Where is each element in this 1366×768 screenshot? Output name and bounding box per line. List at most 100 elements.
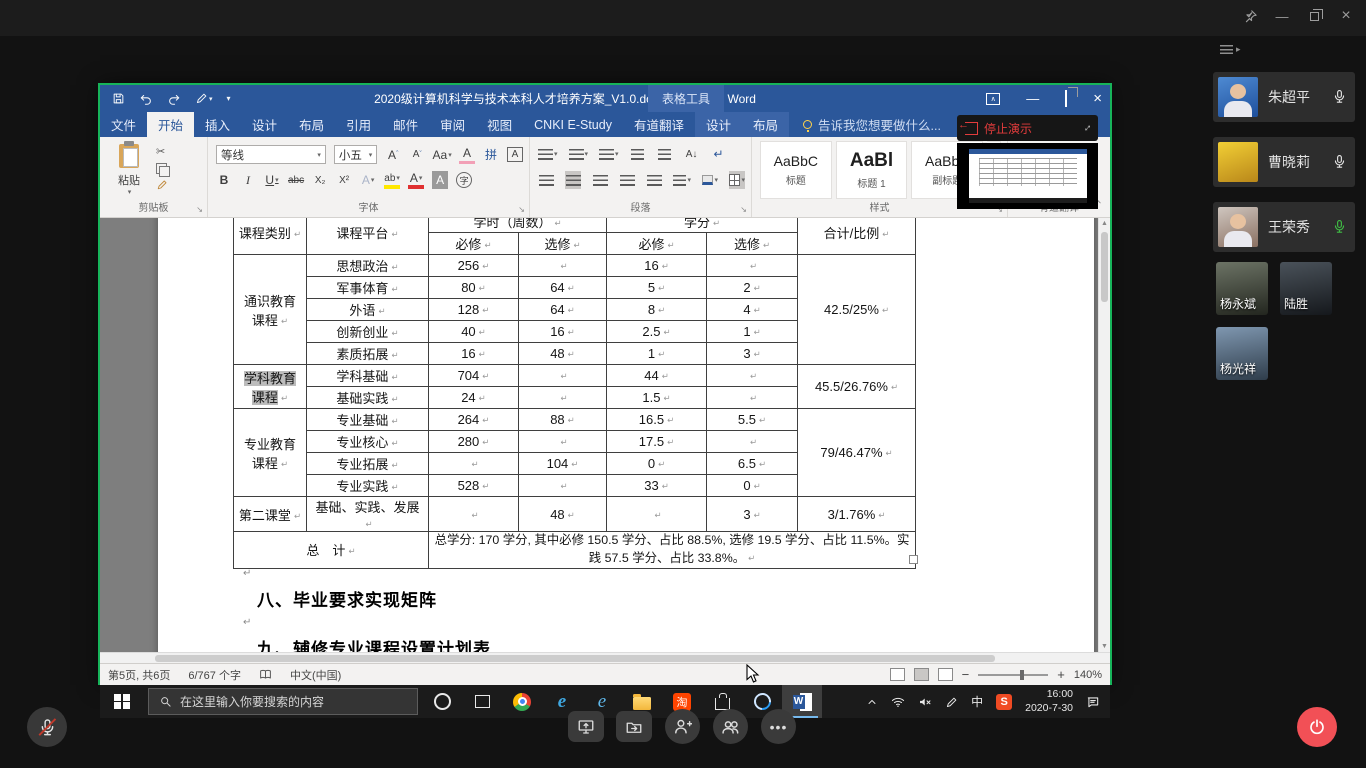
participant-card[interactable]: 曹晓莉	[1213, 137, 1355, 187]
format-painter-icon[interactable]	[156, 179, 168, 191]
clear-formatting-button[interactable]: A	[459, 146, 475, 164]
ribbon-tab-6[interactable]: 邮件	[382, 112, 429, 137]
paste-button[interactable]: 粘贴▾	[108, 144, 150, 206]
table-cell[interactable]: ↵	[607, 497, 707, 532]
table-cell[interactable]: 选修↵	[519, 233, 607, 255]
table-cell[interactable]: 课程类别↵	[234, 218, 307, 255]
word-count[interactable]: 6/767 个字	[188, 667, 241, 683]
page-indicator[interactable]: 第5页, 共6页	[108, 667, 170, 683]
mic-icon[interactable]	[1332, 88, 1347, 106]
enclose-characters-button[interactable]: 字	[456, 172, 472, 188]
multilevel-list-icon[interactable]: ▾	[599, 145, 619, 163]
mic-icon[interactable]	[1332, 153, 1347, 171]
pin-icon[interactable]	[1242, 8, 1258, 24]
bold-button[interactable]: B	[216, 171, 232, 189]
copy-icon[interactable]	[156, 163, 167, 174]
line-spacing-icon[interactable]: ▾	[673, 171, 691, 189]
cortana-button[interactable]	[422, 685, 462, 718]
table-cell[interactable]: ↵	[707, 387, 798, 409]
ribbon-tab-4[interactable]: 布局	[288, 112, 335, 137]
table-cell[interactable]: 16↵	[429, 343, 519, 365]
zoom-out-button[interactable]: −	[962, 667, 970, 682]
participant-card[interactable]: 王荣秀	[1213, 202, 1355, 252]
video-tile[interactable]: 杨光祥	[1216, 327, 1268, 380]
grow-font-button[interactable]: Aˆ	[385, 146, 401, 164]
meeting-titlebar[interactable]	[0, 0, 1366, 36]
table-cell[interactable]: 3/1.76%↵	[798, 497, 916, 532]
screen-share-button[interactable]	[568, 711, 604, 742]
sort-icon[interactable]: A↓	[684, 145, 700, 163]
table-cell[interactable]: 48↵	[519, 343, 607, 365]
table-cell[interactable]: 6.5↵	[707, 453, 798, 475]
tell-me-box[interactable]: 告诉我您想要做什么...	[803, 112, 941, 137]
table-cell[interactable]: 704↵	[429, 365, 519, 387]
table-cell[interactable]: ↵	[707, 255, 798, 277]
table-cell[interactable]: 16.5↵	[607, 409, 707, 431]
participant-card[interactable]: 朱超平	[1213, 72, 1355, 122]
shrink-font-button[interactable]: Aˇ	[409, 146, 425, 164]
show-marks-icon[interactable]: ↵	[711, 145, 727, 163]
table-cell[interactable]: 必修↵	[607, 233, 707, 255]
stop-presentation-bar[interactable]: 停止演示 ↕	[957, 115, 1098, 141]
table-cell[interactable]: 合计/比例↵	[798, 218, 916, 255]
subscript-button[interactable]: X₂	[312, 171, 328, 189]
style-card-heading1[interactable]: AaBl 标题 1	[836, 141, 908, 199]
increase-indent-icon[interactable]	[657, 145, 673, 163]
table-cell[interactable]: 学科教育课程↵	[234, 365, 307, 409]
table-cell[interactable]: 264↵	[429, 409, 519, 431]
numbering-icon[interactable]: ▾	[569, 145, 589, 163]
change-case-button[interactable]: Aa▾	[433, 146, 451, 164]
share-preview-thumbnail[interactable]	[957, 143, 1098, 209]
table-cell[interactable]: 基础、实践、发展↵	[307, 497, 429, 532]
zoom-level[interactable]: 140%	[1074, 669, 1102, 681]
table-cell[interactable]: 0↵	[607, 453, 707, 475]
action-center-icon[interactable]	[1086, 694, 1100, 709]
table-cell[interactable]: 16↵	[519, 321, 607, 343]
mic-icon[interactable]	[1332, 218, 1347, 236]
table-cell[interactable]: 3↵	[707, 343, 798, 365]
ime-indicator[interactable]: 中	[971, 693, 983, 710]
table-cell[interactable]: 24↵	[429, 387, 519, 409]
microphone-muted-button[interactable]	[27, 707, 67, 747]
chrome-icon[interactable]	[502, 685, 542, 718]
strikethrough-button[interactable]: abc	[288, 171, 304, 189]
table-cell[interactable]: 5↵	[607, 277, 707, 299]
shading-icon[interactable]: ▾	[702, 171, 718, 189]
table-cell[interactable]: 学时（周数）↵	[429, 218, 607, 233]
taskbar-clock[interactable]: 16:00 2020-7-30	[1025, 688, 1073, 714]
align-right-icon[interactable]	[592, 171, 608, 189]
table-cell[interactable]: 16↵	[607, 255, 707, 277]
ribbon-tab-8[interactable]: 视图	[476, 112, 523, 137]
minimize-icon[interactable]: —	[1274, 8, 1290, 24]
table-cell[interactable]: 79/46.47%↵	[798, 409, 916, 497]
ribbon-tab-0[interactable]: 文件	[100, 112, 147, 137]
table-cell[interactable]: 思想政治↵	[307, 255, 429, 277]
phonetic-guide-button[interactable]: 拼	[483, 146, 499, 164]
clipboard-dialog-launcher[interactable]: ↘	[196, 205, 203, 214]
table-cell[interactable]: 44↵	[607, 365, 707, 387]
ribbon-tab-5[interactable]: 引用	[335, 112, 382, 137]
underline-button[interactable]: U▾	[264, 171, 280, 189]
superscript-button[interactable]: X²	[336, 171, 352, 189]
horizontal-scrollbar[interactable]	[100, 652, 1110, 663]
network-icon[interactable]	[891, 694, 905, 709]
table-cell[interactable]: 学分↵	[607, 218, 798, 233]
table-cell[interactable]: 专业教育课程↵	[234, 409, 307, 497]
highlight-color-button[interactable]: ab▾	[384, 171, 400, 189]
table-cell[interactable]: 必修↵	[429, 233, 519, 255]
table-cell[interactable]: 第二课堂↵	[234, 497, 307, 532]
table-cell[interactable]: 专业核心↵	[307, 431, 429, 453]
ribbon-tab-7[interactable]: 审阅	[429, 112, 476, 137]
participants-button[interactable]	[713, 709, 748, 744]
italic-button[interactable]: I	[240, 171, 256, 189]
table-cell[interactable]: 45.5/26.76%↵	[798, 365, 916, 409]
table-cell[interactable]: ↵	[519, 475, 607, 497]
taskbar-search-input[interactable]: 在这里输入你要搜索的内容	[148, 688, 418, 715]
horizontal-scrollbar-thumb[interactable]	[155, 655, 995, 662]
table-cell[interactable]: ↵	[519, 431, 607, 453]
ribbon-display-options-icon[interactable]: ∧	[986, 93, 1000, 105]
cut-icon[interactable]: ✂	[156, 145, 168, 158]
table-cell[interactable]: 8↵	[607, 299, 707, 321]
table-cell[interactable]: 基础实践↵	[307, 387, 429, 409]
align-left-icon[interactable]	[538, 171, 554, 189]
